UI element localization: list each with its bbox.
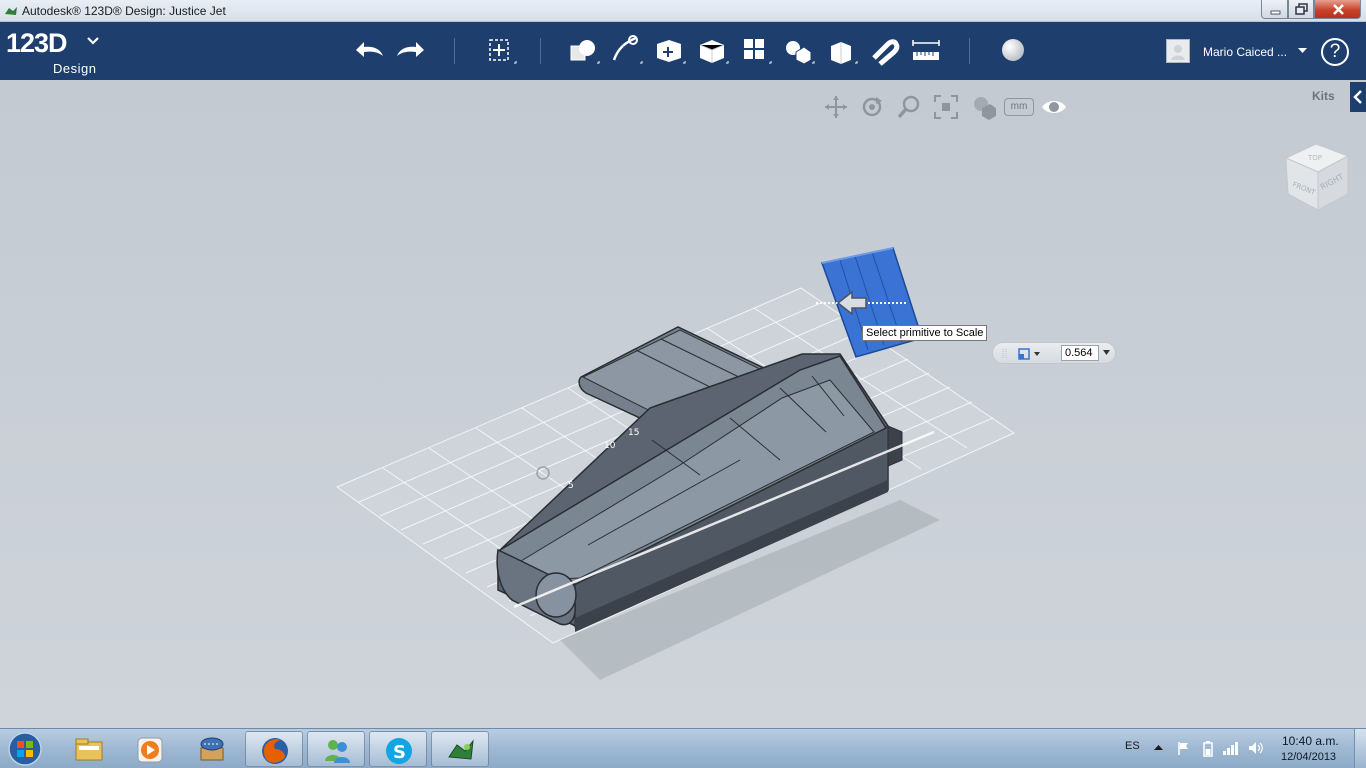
- show-hidden-icons-icon[interactable]: [1154, 745, 1163, 751]
- modify-button[interactable]: [692, 30, 730, 70]
- view-style-icon[interactable]: [970, 94, 996, 120]
- signal-icon[interactable]: [1222, 741, 1240, 755]
- caret-down-icon[interactable]: [1298, 48, 1307, 54]
- kits-label[interactable]: Kits: [1312, 89, 1335, 103]
- taskbar-messenger[interactable]: [307, 731, 365, 767]
- firefox-icon: [262, 738, 288, 764]
- viewcube[interactable]: TOP FRONT RIGHT: [1280, 138, 1356, 218]
- toolbar-separator: [969, 38, 970, 64]
- svg-text:S: S: [393, 742, 406, 763]
- transform-button[interactable]: [480, 30, 518, 70]
- svg-text:15: 15: [628, 428, 639, 438]
- media-player-icon: [137, 737, 163, 763]
- close-button[interactable]: [1314, 0, 1361, 19]
- chevron-left-icon: [1353, 90, 1362, 104]
- grouping-button[interactable]: [778, 30, 816, 70]
- visibility-eye-icon[interactable]: [1041, 94, 1067, 120]
- snap-icon: [872, 39, 900, 66]
- action-center-flag-icon[interactable]: [1176, 741, 1190, 755]
- window-title: Autodesk® 123D® Design: Justice Jet: [22, 4, 226, 18]
- restore-icon: [1295, 3, 1308, 15]
- measure-button[interactable]: [907, 30, 945, 70]
- help-button[interactable]: ?: [1321, 38, 1349, 66]
- toolbar-separator: [540, 38, 541, 64]
- redo-button[interactable]: [392, 30, 430, 70]
- taskbar-vault[interactable]: [183, 731, 241, 767]
- logo-subtext: Design: [53, 61, 97, 76]
- svg-text:10: 10: [604, 441, 616, 451]
- explorer-icon: [75, 738, 103, 761]
- start-button[interactable]: [5, 731, 45, 767]
- clock-date[interactable]: 12/04/2013: [1281, 751, 1336, 763]
- sketch-icon: [612, 35, 643, 64]
- pattern-icon: [744, 39, 772, 64]
- messenger-icon: [325, 740, 350, 763]
- minimize-button[interactable]: [1261, 0, 1288, 19]
- app-icon: [5, 7, 17, 15]
- taskbar-skype[interactable]: S: [369, 731, 427, 767]
- user-icon: [1171, 45, 1185, 60]
- vault-icon: [200, 737, 224, 761]
- chevron-down-icon: [87, 37, 99, 45]
- primitives-icon: [570, 40, 600, 64]
- title-bar: Autodesk® 123D® Design: Justice Jet: [0, 0, 1366, 22]
- 3d-viewport[interactable]: 5 10 15 mm Kits TOP FRONT RIGHT Select p…: [0, 80, 1366, 728]
- toolbar-separator: [454, 38, 455, 64]
- scale-value-input[interactable]: 0.564: [1061, 345, 1099, 361]
- units-button[interactable]: mm: [1004, 98, 1034, 116]
- minimize-icon: [1270, 10, 1281, 15]
- language-indicator[interactable]: ES: [1125, 740, 1140, 752]
- combine-icon: [831, 42, 858, 64]
- material-icon: [1002, 39, 1024, 61]
- fit-icon[interactable]: [933, 94, 959, 120]
- viewcube-top-label: TOP: [1307, 154, 1322, 162]
- orbit-icon[interactable]: [859, 94, 885, 120]
- taskbar-firefox[interactable]: [245, 731, 303, 767]
- svg-text:5: 5: [568, 481, 574, 491]
- scene-canvas[interactable]: 5 10 15: [0, 80, 1366, 728]
- logo-text: 123D: [6, 28, 68, 58]
- redo-icon: [397, 42, 424, 57]
- battery-icon[interactable]: [1202, 741, 1214, 757]
- construct-button[interactable]: [649, 30, 687, 70]
- 123d-icon: [448, 739, 474, 760]
- avatar[interactable]: [1166, 39, 1190, 63]
- snap-button[interactable]: [864, 30, 902, 70]
- primitives-button[interactable]: [563, 30, 601, 70]
- undo-button[interactable]: [350, 30, 388, 70]
- volume-icon[interactable]: [1248, 741, 1264, 755]
- clock-time[interactable]: 10:40 a.m.: [1282, 734, 1339, 748]
- grouping-icon: [786, 41, 815, 65]
- pan-icon[interactable]: [823, 94, 849, 120]
- pattern-button[interactable]: [735, 30, 773, 70]
- taskbar-explorer[interactable]: [60, 731, 118, 767]
- construct-icon: [657, 40, 686, 64]
- transform-icon: [489, 39, 517, 64]
- sketch-button[interactable]: [606, 30, 644, 70]
- main-toolbar: 123D Design Mario Caiced ... ?: [0, 22, 1366, 80]
- close-icon: [1333, 4, 1344, 15]
- zoom-icon[interactable]: [896, 94, 922, 120]
- scale-mode-dropdown[interactable]: [993, 343, 1053, 365]
- kits-panel-toggle[interactable]: [1350, 82, 1366, 112]
- windows-taskbar: S ES 10:40 a.m. 12/04/2013: [0, 728, 1366, 768]
- skype-icon: S: [386, 738, 412, 764]
- modify-icon: [699, 40, 729, 64]
- measure-icon: [912, 40, 940, 60]
- restore-button[interactable]: [1288, 0, 1314, 19]
- material-button[interactable]: [994, 30, 1032, 70]
- tooltip: Select primitive to Scale: [862, 325, 988, 341]
- taskbar-media-player[interactable]: [121, 731, 179, 767]
- taskbar-123d[interactable]: [431, 731, 489, 767]
- user-name[interactable]: Mario Caiced ...: [1203, 45, 1287, 59]
- combine-button[interactable]: [821, 30, 859, 70]
- undo-icon: [356, 42, 383, 57]
- show-desktop-button[interactable]: [1354, 729, 1366, 768]
- scale-value-dropdown-icon[interactable]: [1103, 350, 1111, 356]
